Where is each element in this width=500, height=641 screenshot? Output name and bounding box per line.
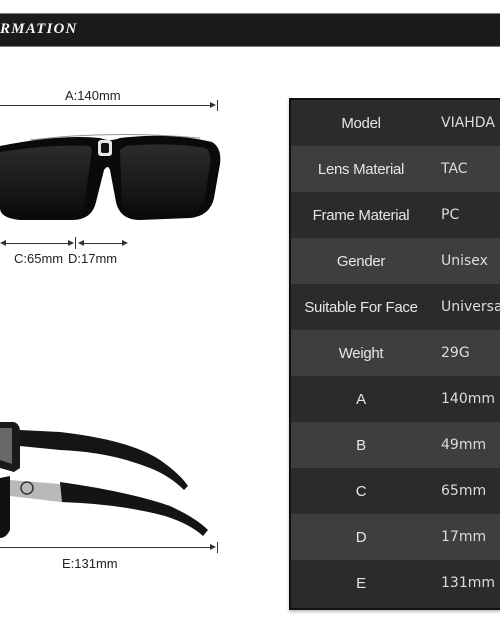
- dimension-c-label: C:65mm: [14, 251, 64, 266]
- spec-key: Lens Material: [317, 160, 405, 178]
- spec-value: TAC: [441, 161, 468, 177]
- dimension-c-line: [4, 243, 72, 244]
- lower-lens-edge: [0, 476, 10, 538]
- spec-value: VIAHDA: [441, 115, 495, 131]
- spec-row: Lens Material TAC: [291, 146, 500, 192]
- spec-row: Model VIAHDA: [291, 100, 500, 146]
- spec-value: 17mm: [441, 529, 487, 545]
- spec-value: Universal: [441, 299, 500, 315]
- sunglasses-front-image: [0, 133, 221, 220]
- left-lens: [0, 145, 92, 214]
- spec-key: B: [356, 436, 366, 454]
- spec-value: 140mm: [441, 391, 495, 407]
- spec-key: A: [356, 390, 366, 408]
- spec-row: Weight 29G: [291, 330, 500, 376]
- right-lens: [120, 144, 211, 214]
- arrow-right-icon: [210, 544, 216, 550]
- arrow-right-icon: [68, 240, 74, 246]
- dimension-tick: [217, 542, 218, 553]
- arrow-right-icon: [210, 102, 216, 108]
- upper-temple-arm: [20, 430, 188, 490]
- arrow-right-icon: [122, 240, 128, 246]
- spec-key: D: [355, 528, 367, 546]
- dimension-e-label: E:131mm: [62, 556, 118, 571]
- dimension-d-line: [82, 243, 124, 244]
- lower-temple-arm: [60, 482, 208, 536]
- spec-value: 29G: [441, 345, 470, 361]
- spec-value: 49mm: [441, 437, 487, 453]
- spec-key: Model: [341, 114, 381, 132]
- spec-key: Gender: [336, 252, 386, 270]
- banner-title: RMATION: [0, 21, 78, 37]
- spec-row: Suitable For Face Universal: [291, 284, 500, 330]
- section-banner: RMATION: [0, 13, 500, 47]
- upper-lens-tint: [0, 428, 12, 464]
- bridge: [101, 143, 109, 153]
- spec-value: 131mm: [441, 575, 495, 591]
- spec-row: Gender Unisex: [291, 238, 500, 284]
- dimension-tick: [75, 237, 76, 249]
- spec-table: Model VIAHDA Lens Material TAC Frame Materia…: [289, 98, 500, 610]
- spec-key: C: [355, 482, 367, 500]
- spec-row: E 131mm: [291, 560, 500, 606]
- dimension-d-label: D:17mm: [68, 251, 118, 266]
- spec-value: PC: [441, 207, 460, 223]
- dimension-e-line: [0, 547, 214, 548]
- spec-key: Weight: [338, 344, 384, 362]
- spec-key: Suitable For Face: [304, 298, 418, 316]
- spec-row: A 140mm: [291, 376, 500, 422]
- spec-key: Frame Material: [312, 206, 410, 224]
- spec-row: B 49mm: [291, 422, 500, 468]
- dimension-a-label: A:140mm: [65, 88, 121, 103]
- spec-key: E: [356, 574, 366, 592]
- spec-row: D 17mm: [291, 514, 500, 560]
- spec-row: Frame Material PC: [291, 192, 500, 238]
- dimension-a-line: [0, 105, 214, 106]
- spec-value: 65mm: [441, 483, 487, 499]
- dimension-tick: [217, 100, 218, 111]
- spec-row: C 65mm: [291, 468, 500, 514]
- sunglasses-side-image: [0, 422, 208, 538]
- spec-value: Unisex: [441, 253, 488, 269]
